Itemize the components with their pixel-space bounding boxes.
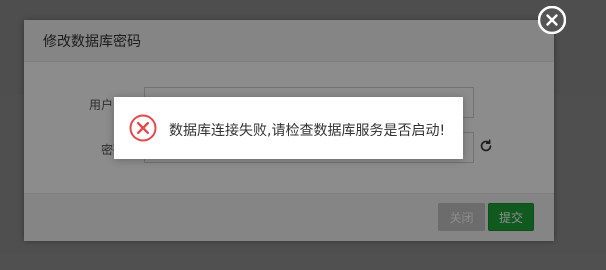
error-icon: [129, 114, 157, 142]
toast-message: 数据库连接失败,请检查数据库服务是否启动!: [169, 123, 446, 139]
error-toast: 数据库连接失败,请检查数据库服务是否启动!: [114, 97, 463, 159]
close-dialog-icon[interactable]: [538, 6, 566, 34]
